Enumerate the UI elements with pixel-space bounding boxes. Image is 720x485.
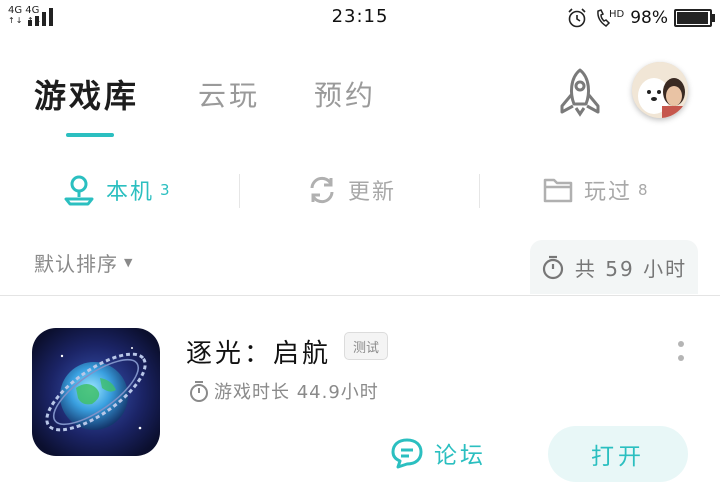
game-playtime-label: 游戏时长 44.9小时: [214, 382, 379, 403]
caret-down-icon: ▼: [124, 256, 134, 269]
subtab-local-count: 3: [160, 181, 172, 199]
subtab-played-count: 8: [638, 181, 650, 199]
folder-icon: [543, 178, 573, 203]
open-game-button[interactable]: 打开: [548, 426, 688, 482]
game-icon[interactable]: [32, 328, 160, 456]
svg-text:HD: HD: [609, 9, 624, 20]
subtab-update-label: 更新: [348, 180, 397, 205]
refresh-icon: [310, 176, 334, 204]
subtab-divider: [479, 174, 480, 208]
total-playtime: 共 59 小时: [530, 240, 698, 294]
stopwatch-icon: [542, 255, 564, 280]
chat-bubble-icon: [391, 438, 423, 469]
hd-call-icon: HD: [597, 9, 624, 27]
game-playtime: 游戏时长 44.9小时: [188, 378, 379, 404]
avatar[interactable]: [632, 62, 688, 118]
more-options-icon[interactable]: [676, 340, 686, 366]
game-title: 逐光：启航: [186, 339, 332, 369]
sort-dropdown[interactable]: 默认排序 ▼: [34, 248, 133, 277]
tab-game-library[interactable]: 游戏库: [34, 71, 139, 117]
forum-button[interactable]: 论坛: [390, 436, 486, 470]
location-icon: [64, 175, 94, 206]
rocket-icon[interactable]: [554, 66, 606, 118]
subtab-divider: [239, 174, 240, 208]
forum-label: 论坛: [434, 443, 486, 469]
subtab-played-label: 玩过: [584, 180, 633, 205]
total-playtime-label: 共 59 小时: [574, 256, 688, 281]
status-icons: HD 98%: [566, 6, 715, 30]
active-tab-indicator: [66, 133, 114, 137]
subtab-local[interactable]: 本机 3: [62, 170, 172, 210]
subtab-update[interactable]: 更新: [306, 170, 396, 210]
subtab-played[interactable]: 玩过 8: [542, 170, 650, 210]
test-badge: 测试: [344, 332, 389, 360]
section-divider: [0, 295, 720, 296]
alarm-icon: [568, 8, 586, 28]
tab-reservation[interactable]: 预约: [314, 74, 376, 114]
stopwatch-icon: [190, 381, 208, 402]
sort-label: 默认排序: [34, 252, 118, 276]
subtab-local-label: 本机: [106, 180, 155, 205]
battery-icon: [674, 9, 715, 27]
tab-cloud-play[interactable]: 云玩: [198, 74, 260, 114]
battery-percent: 98%: [630, 8, 668, 28]
status-bar: 4G 4G ↑↓ ↑↓ 23:15 HD 98%: [0, 0, 720, 36]
